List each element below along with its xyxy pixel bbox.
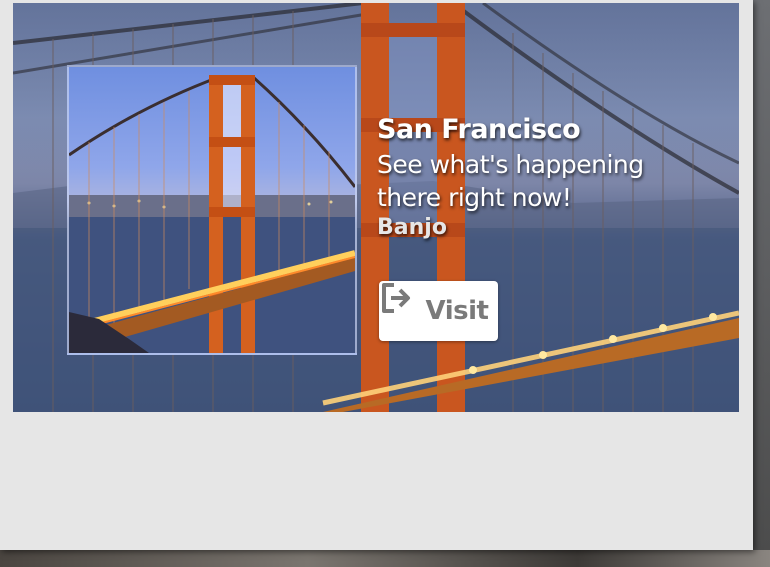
subtitle-line-2: there right now! xyxy=(377,183,572,212)
source-label: Banjo xyxy=(377,215,447,240)
visit-button[interactable]: Visit xyxy=(379,281,498,341)
location-card: San Francisco See what's happening there… xyxy=(0,0,753,550)
subtitle-line-1: See what's happening xyxy=(377,150,644,179)
backdrop-strip xyxy=(0,550,770,567)
bridge-thumbnail-illustration xyxy=(69,75,355,353)
location-title: San Francisco xyxy=(377,114,581,145)
location-info: San Francisco See what's happening there… xyxy=(377,112,707,242)
visit-label: Visit xyxy=(425,296,489,326)
hero-image: San Francisco See what's happening there… xyxy=(13,3,739,412)
exit-arrow-icon xyxy=(382,283,423,328)
thumbnail-image xyxy=(67,65,357,355)
